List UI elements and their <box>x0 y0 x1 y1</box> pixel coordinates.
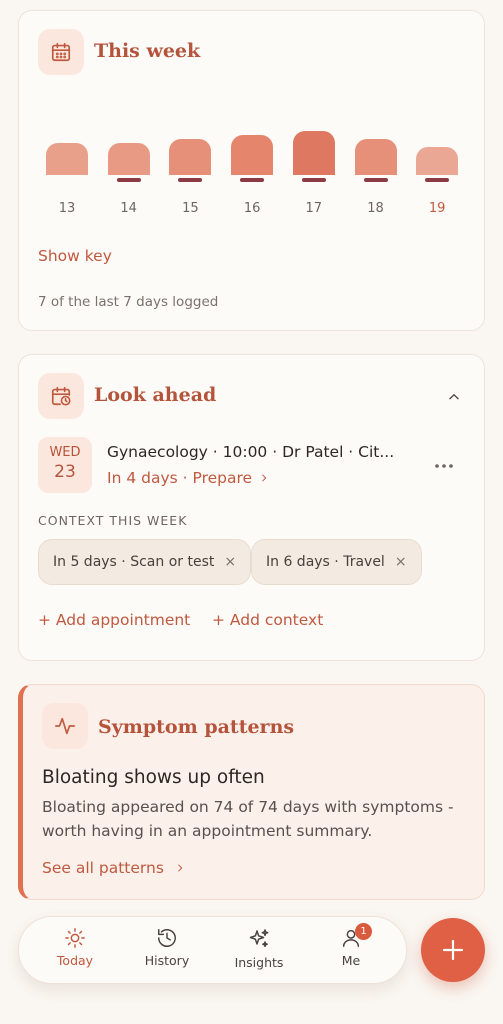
week-bars <box>45 115 477 185</box>
calendar-clock-icon <box>38 373 84 419</box>
day-bar-19[interactable] <box>415 115 459 185</box>
day-bar-fill <box>169 139 212 175</box>
this-week-card: This week 13 14 15 16 17 18 19 Show key 7 of t… <box>18 10 485 331</box>
nav-label: Me <box>341 953 361 968</box>
prepare-link[interactable]: Prepare <box>193 469 253 487</box>
day-bar-13[interactable] <box>45 115 89 185</box>
logged-marker <box>301 178 326 182</box>
sun-icon <box>65 928 85 948</box>
day-bar-fill <box>416 146 459 175</box>
bottom-nav: Today History Insights 1 Me <box>18 916 407 984</box>
nav-item-me[interactable]: 1 Me <box>311 923 391 968</box>
more-horizontal-icon[interactable] <box>434 455 454 474</box>
logged-marker <box>363 178 388 182</box>
context-chip[interactable]: In 6 days · Travel × <box>251 539 422 585</box>
day-bar-16[interactable] <box>230 115 274 185</box>
appointment-weekday: WED <box>49 445 81 460</box>
appointment-subline: In 4 days · Prepare <box>107 469 269 488</box>
calendar-icon <box>38 29 84 75</box>
day-bar-fill <box>107 143 150 175</box>
close-icon[interactable]: × <box>395 554 407 570</box>
context-section-label: CONTEXT THIS WEEK <box>38 513 188 528</box>
day-label: 14 <box>120 201 137 216</box>
logged-summary: 7 of the last 7 days logged <box>38 294 219 310</box>
notification-badge: 1 <box>355 923 372 940</box>
day-bar-fill <box>354 139 397 175</box>
nav-label: History <box>144 953 190 968</box>
day-bar-fill <box>231 134 274 175</box>
history-icon <box>158 929 176 947</box>
see-all-patterns-label: See all patterns <box>42 859 164 877</box>
symptom-patterns-card: Symptom patterns Bloating shows up often… <box>18 684 485 900</box>
day-label: 15 <box>182 201 199 216</box>
pulse-icon <box>42 703 88 749</box>
chevron-right-icon[interactable] <box>259 470 269 488</box>
day-label: 19 <box>428 201 446 216</box>
look-ahead-card: Look ahead WED 23 Gynaecology · 10:00 · … <box>18 354 485 661</box>
day-bar-17[interactable] <box>292 115 336 185</box>
day-bar-fill <box>46 143 88 175</box>
day-label: 16 <box>243 201 261 216</box>
context-chip-label: In 5 days · Scan or test <box>53 554 215 570</box>
add-entry-button[interactable] <box>421 918 485 982</box>
symptom-patterns-title: Symptom patterns <box>98 716 295 738</box>
day-bar-15[interactable] <box>168 115 212 185</box>
see-all-patterns-link[interactable]: See all patterns <box>42 859 185 878</box>
this-week-title: This week <box>94 40 201 62</box>
look-ahead-title: Look ahead <box>94 384 217 406</box>
add-context-button[interactable]: + Add context <box>212 611 323 629</box>
pattern-body: Bloating appeared on 74 of 74 days with … <box>42 798 454 840</box>
appointment-date-chip: WED 23 <box>38 437 92 493</box>
week-day-labels: 13 14 15 16 17 18 19 <box>45 201 477 221</box>
day-bar-14[interactable] <box>107 115 151 185</box>
nav-label: Today <box>56 953 94 968</box>
logged-marker <box>425 178 450 182</box>
chevron-right-icon <box>175 860 185 878</box>
day-label: 17 <box>305 201 323 216</box>
day-bar-fill <box>292 131 335 175</box>
chevron-up-icon[interactable] <box>447 389 461 408</box>
logged-marker <box>178 178 203 182</box>
show-key-link[interactable]: Show key <box>38 247 112 265</box>
appointment-when: In 4 days <box>107 469 178 487</box>
nav-item-insights[interactable]: Insights <box>219 927 299 970</box>
plus-icon <box>442 939 464 961</box>
appointment-title[interactable]: Gynaecology · 10:00 · Dr Patel · Cit... <box>107 443 417 461</box>
appointment-separator: · <box>182 469 188 487</box>
day-bar-18[interactable] <box>354 115 398 185</box>
sparkles-icon <box>249 929 269 948</box>
nav-label: Insights <box>234 955 284 970</box>
context-chip-label: In 6 days · Travel <box>266 554 385 570</box>
logged-marker <box>240 178 265 182</box>
add-appointment-button[interactable]: + Add appointment <box>38 611 190 629</box>
day-label: 13 <box>58 201 76 216</box>
close-icon[interactable]: × <box>224 554 236 570</box>
logged-marker <box>116 178 141 182</box>
day-label: 18 <box>367 201 384 216</box>
nav-item-today[interactable]: Today <box>35 927 115 968</box>
pattern-heading: Bloating shows up often <box>42 767 265 788</box>
context-chip[interactable]: In 5 days · Scan or test × <box>38 539 252 585</box>
appointment-day: 23 <box>54 462 76 482</box>
nav-item-history[interactable]: History <box>127 927 207 968</box>
